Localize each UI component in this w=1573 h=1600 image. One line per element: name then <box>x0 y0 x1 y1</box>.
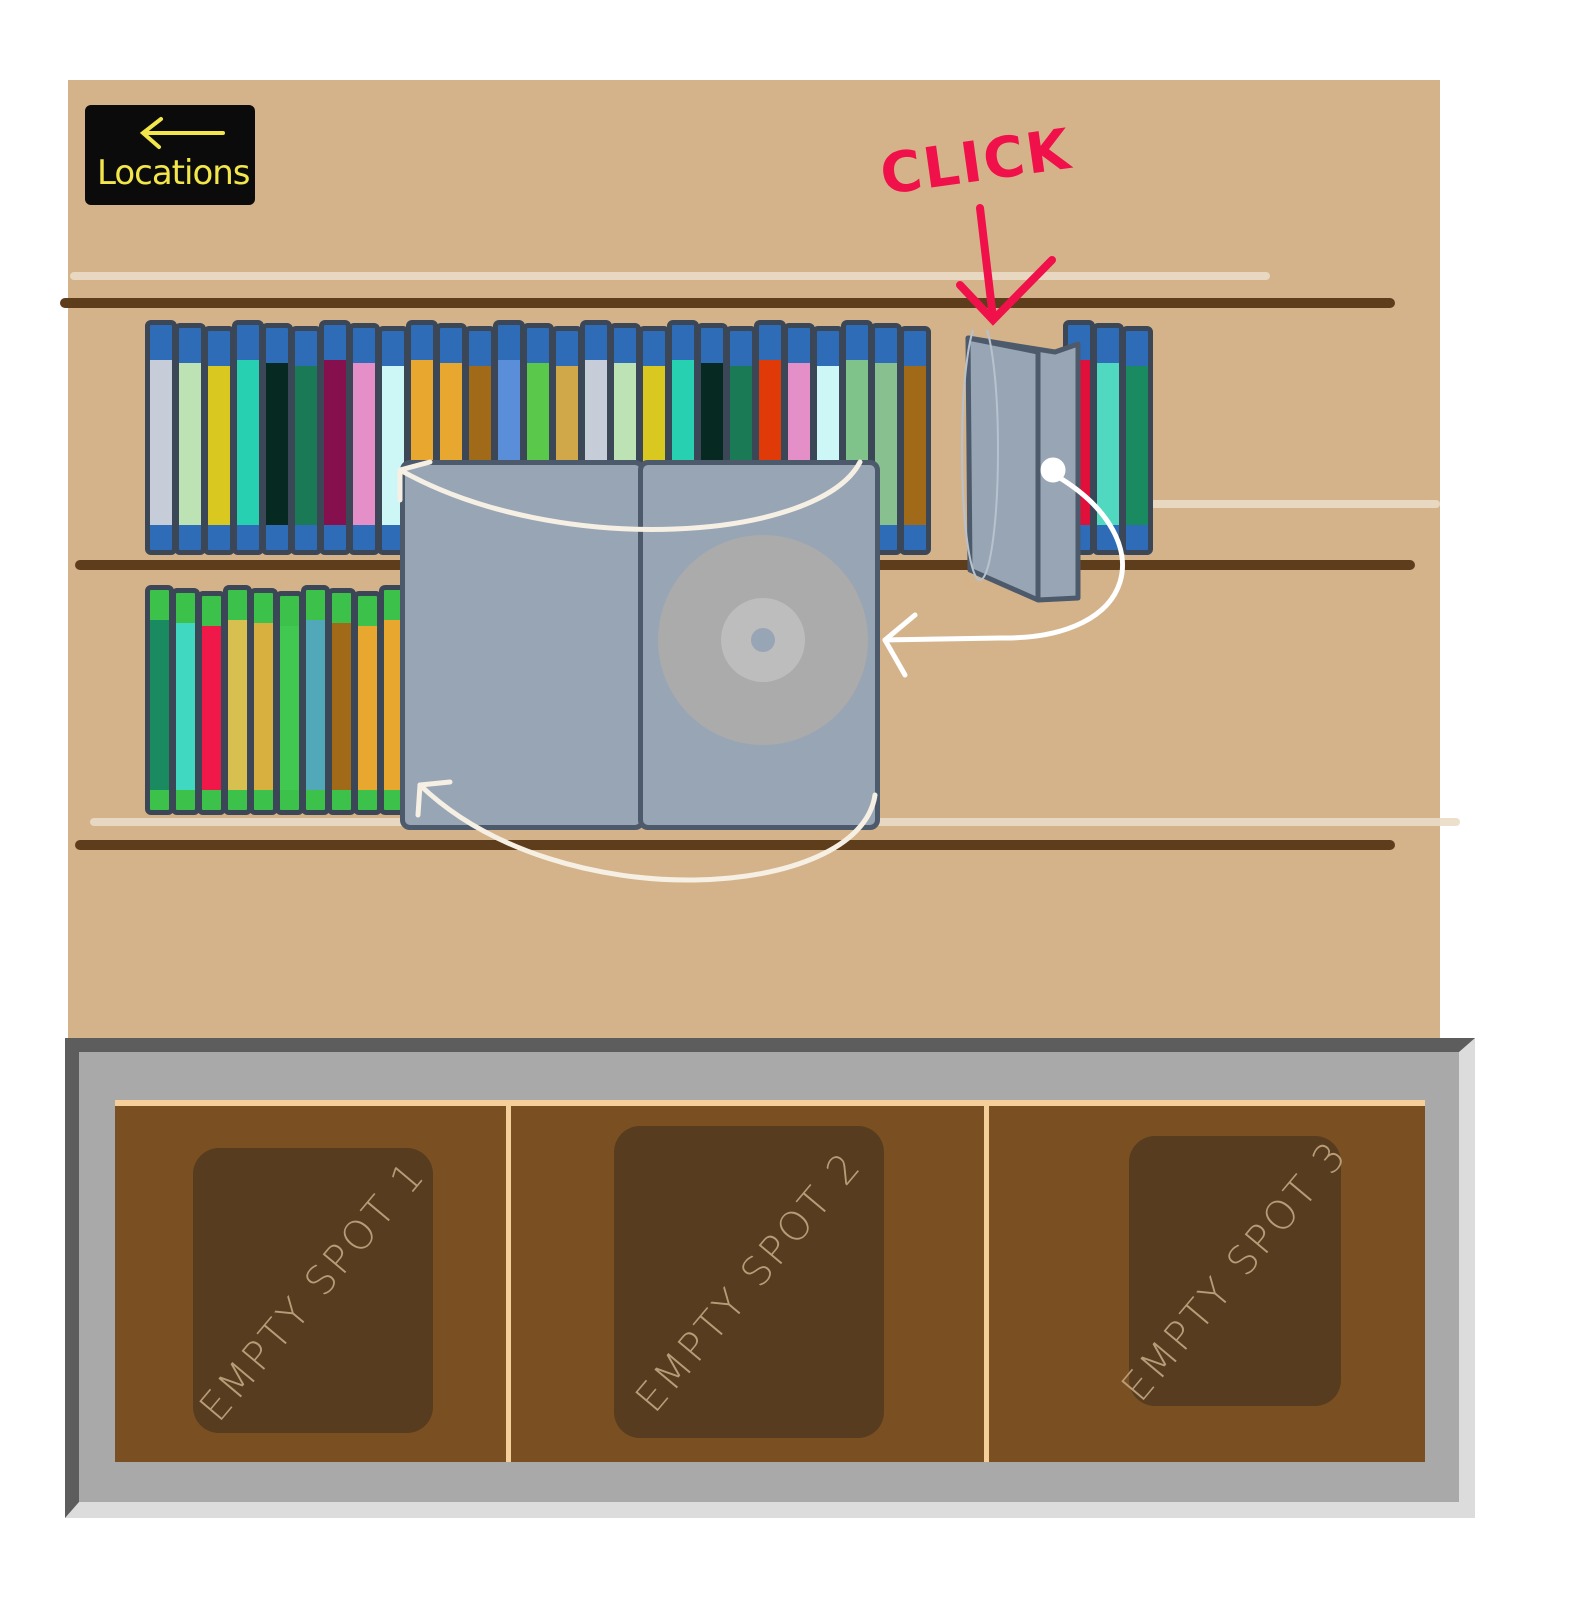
inventory-slot-2[interactable]: EMPTY SPOT 2 <box>511 1100 984 1462</box>
slot-label: EMPTY SPOT 1 <box>190 1151 436 1430</box>
click-arrow-icon <box>956 204 1056 326</box>
open-arrow-icon <box>882 457 1125 678</box>
slot-placeholder: EMPTY SPOT 2 <box>614 1126 884 1438</box>
slot-placeholder: EMPTY SPOT 1 <box>190 1148 436 1433</box>
flip-arrow-top-icon <box>397 459 863 532</box>
inventory-slot-1[interactable]: EMPTY SPOT 1 <box>115 1100 506 1462</box>
inventory-tray: EMPTY SPOT 1 EMPTY SPOT 2 EMPTY SPOT 3 <box>65 1038 1475 1518</box>
annotation-arrows <box>397 204 1125 883</box>
inventory-slot-3[interactable]: EMPTY SPOT 3 <box>989 1100 1425 1462</box>
flip-arrow-bottom-icon <box>415 779 878 883</box>
slot-placeholder: EMPTY SPOT 3 <box>1113 1132 1357 1411</box>
slot-label: EMPTY SPOT 3 <box>1112 1131 1358 1411</box>
slot-label: EMPTY SPOT 2 <box>626 1142 872 1422</box>
